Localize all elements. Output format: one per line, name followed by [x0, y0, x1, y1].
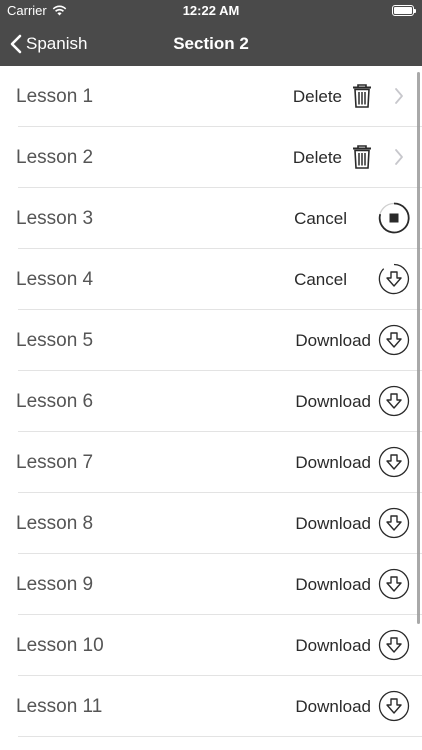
download-pending-icon[interactable] [378, 263, 410, 295]
lesson-list[interactable]: Lesson 1 Delete Lesson 2 Delete Lesson 3 Canc… [0, 66, 422, 750]
download-button[interactable]: Download [295, 310, 371, 371]
list-item[interactable]: Lesson 2 Delete [0, 127, 422, 188]
list-item[interactable]: Lesson 11 Download [0, 676, 422, 737]
lesson-label: Lesson 1 [16, 86, 94, 107]
stop-download-icon[interactable] [378, 202, 410, 234]
list-item[interactable]: Lesson 10 Download [0, 615, 422, 676]
lesson-label: Lesson 8 [16, 513, 94, 534]
list-item[interactable]: Lesson 1 Delete [0, 66, 422, 127]
navigation-bar: Spanish Section 2 [0, 22, 422, 66]
list-item[interactable]: Lesson 9 Download [0, 554, 422, 615]
download-icon[interactable] [378, 629, 410, 661]
download-button[interactable]: Download [295, 676, 371, 737]
list-item[interactable]: Lesson 8 Download [0, 493, 422, 554]
download-icon[interactable] [378, 568, 410, 600]
battery-icon [392, 5, 416, 16]
scrollbar[interactable] [417, 72, 420, 624]
download-icon[interactable] [378, 507, 410, 539]
download-button[interactable]: Download [295, 493, 371, 554]
download-button[interactable]: Download [295, 554, 371, 615]
download-icon[interactable] [378, 324, 410, 356]
list-item[interactable]: Lesson 3 Cancel [0, 188, 422, 249]
status-time: 12:22 AM [182, 3, 240, 18]
status-bar: Carrier 12:22 AM [0, 0, 422, 22]
trash-icon[interactable] [346, 141, 378, 173]
back-button[interactable]: Spanish [10, 22, 87, 66]
list-item[interactable]: Lesson 7 Download [0, 432, 422, 493]
list-item[interactable]: Lesson 4 Cancel [0, 249, 422, 310]
lesson-label: Lesson 4 [16, 269, 94, 290]
download-button[interactable]: Download [295, 432, 371, 493]
lesson-label: Lesson 9 [16, 574, 94, 595]
lesson-label: Lesson 6 [16, 391, 94, 412]
lesson-label: Lesson 5 [16, 330, 94, 351]
back-label: Spanish [26, 34, 88, 53]
download-icon[interactable] [378, 446, 410, 478]
trash-icon[interactable] [346, 80, 378, 112]
download-icon[interactable] [378, 385, 410, 417]
cancel-button[interactable]: Cancel [294, 249, 347, 310]
delete-button[interactable]: Delete [293, 66, 342, 127]
chevron-left-icon [10, 34, 22, 54]
list-item[interactable]: Lesson 6 Download [0, 371, 422, 432]
download-icon[interactable] [378, 690, 410, 722]
list-item[interactable]: Lesson 5 Download [0, 310, 422, 371]
lesson-label: Lesson 10 [16, 635, 104, 656]
lesson-label: Lesson 2 [16, 147, 94, 168]
cancel-button[interactable]: Cancel [294, 188, 347, 249]
download-button[interactable]: Download [295, 615, 371, 676]
delete-button[interactable]: Delete [293, 127, 342, 188]
chevron-right-icon [394, 87, 404, 105]
lesson-label: Lesson 3 [16, 208, 94, 229]
lesson-label: Lesson 7 [16, 452, 94, 473]
download-button[interactable]: Download [295, 371, 371, 432]
chevron-right-icon [394, 148, 404, 166]
lesson-label: Lesson 11 [16, 696, 103, 717]
